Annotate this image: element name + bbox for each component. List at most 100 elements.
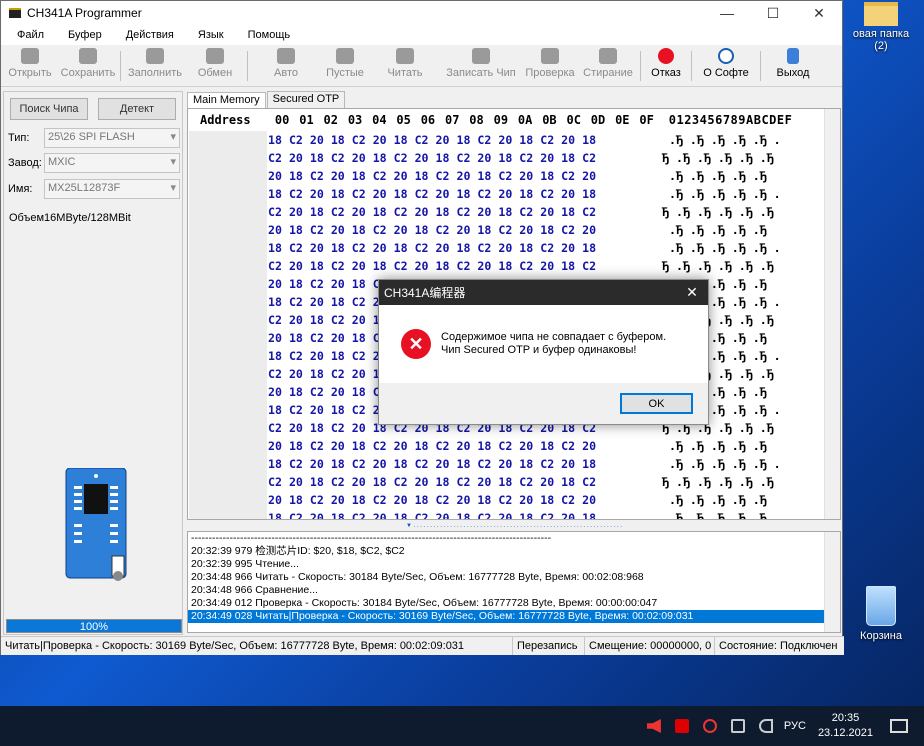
tab-secured-otp[interactable]: Secured OTP — [266, 91, 346, 108]
log-panel[interactable]: ----------------------------------------… — [187, 531, 841, 633]
log-line[interactable]: 20:34:49 028 Читать|Проверка - Скорость:… — [188, 610, 840, 623]
desktop-recycle-bin[interactable]: Корзина — [838, 586, 924, 642]
recycle-bin-icon — [866, 586, 896, 626]
name-select[interactable]: MX25L12873F — [44, 179, 180, 199]
swap-icon — [206, 48, 224, 64]
row-bytes[interactable]: 20 18 C2 20 18 C2 20 18 C2 20 18 C2 20 1… — [268, 439, 644, 453]
open-button[interactable]: Открыть — [1, 45, 59, 87]
ok-button[interactable]: OK — [620, 393, 693, 414]
read-button[interactable]: Читать — [369, 45, 441, 87]
notifications-icon[interactable] — [890, 719, 908, 733]
log-line[interactable]: 20:34:49 012 Проверка - Скорость: 30184 … — [188, 597, 840, 610]
log-line[interactable]: ----------------------------------------… — [188, 532, 840, 545]
dialog-close-icon[interactable]: ✕ — [676, 284, 708, 301]
dialog-message: Содержимое чипа не совпадает с буфером. … — [441, 331, 666, 357]
row-bytes[interactable]: C2 20 18 C2 20 18 C2 20 18 C2 20 18 C2 2… — [268, 475, 644, 489]
hex-row[interactable]: 00000070C2 20 18 C2 20 18 C2 20 18 C2 20… — [188, 257, 840, 275]
log-line[interactable]: 20:32:39 995 Чтение... — [188, 558, 840, 571]
hex-scrollbar[interactable] — [824, 109, 840, 519]
row-ascii[interactable]: .Ђ .Ђ .Ђ .Ђ .Ђ — [662, 223, 774, 237]
clock[interactable]: 20:35 23.12.2021 — [818, 711, 873, 741]
row-ascii[interactable]: .Ђ .Ђ .Ђ .Ђ .Ђ — [662, 169, 774, 183]
exit-button[interactable]: Выход — [764, 45, 822, 87]
hex-row[interactable]: 0000012018 C2 20 18 C2 20 18 C2 20 18 C2… — [188, 455, 840, 473]
row-ascii[interactable]: .Ђ .Ђ .Ђ .Ђ .Ђ . — [662, 187, 781, 201]
row-bytes[interactable]: 18 C2 20 18 C2 20 18 C2 20 18 C2 20 18 C… — [268, 133, 644, 147]
menu-file[interactable]: Файл — [5, 29, 56, 41]
row-ascii[interactable]: Ђ .Ђ .Ђ .Ђ .Ђ .Ђ — [662, 475, 774, 489]
title-bar[interactable]: CH341A Programmer — ☐ ✕ — [1, 1, 842, 25]
status-bar: Читать|Проверка - Скорость: 30169 Byte/S… — [1, 636, 844, 655]
row-bytes[interactable]: 18 C2 20 18 C2 20 18 C2 20 18 C2 20 18 C… — [268, 511, 644, 519]
row-ascii[interactable]: Ђ .Ђ .Ђ .Ђ .Ђ .Ђ — [662, 259, 774, 273]
about-button[interactable]: О Софте — [695, 45, 757, 87]
row-ascii[interactable]: .Ђ .Ђ .Ђ .Ђ .Ђ . — [662, 241, 781, 255]
row-ascii[interactable]: Ђ .Ђ .Ђ .Ђ .Ђ .Ђ — [662, 205, 774, 219]
menu-actions[interactable]: Действия — [114, 29, 186, 41]
hex-row[interactable]: 0000014020 18 C2 20 18 C2 20 18 C2 20 18… — [188, 491, 840, 509]
fill-icon — [146, 48, 164, 64]
hex-row[interactable]: 0000000018 C2 20 18 C2 20 18 C2 20 18 C2… — [188, 131, 840, 149]
row-bytes[interactable]: C2 20 18 C2 20 18 C2 20 18 C2 20 18 C2 2… — [268, 205, 644, 219]
row-ascii[interactable]: .Ђ .Ђ .Ђ .Ђ .Ђ . — [662, 133, 781, 147]
swap-button[interactable]: Обмен — [186, 45, 244, 87]
blank-check-button[interactable]: Пустые — [321, 45, 369, 87]
tab-main-memory[interactable]: Main Memory — [187, 92, 266, 109]
detect-button[interactable]: Детект — [98, 98, 176, 120]
menu-help[interactable]: Помощь — [236, 29, 303, 41]
auto-button[interactable]: Авто — [251, 45, 321, 87]
menu-language[interactable]: Язык — [186, 29, 236, 41]
row-bytes[interactable]: 18 C2 20 18 C2 20 18 C2 20 18 C2 20 18 C… — [268, 457, 644, 471]
row-bytes[interactable]: 18 C2 20 18 C2 20 18 C2 20 18 C2 20 18 C… — [268, 187, 644, 201]
volume-icon[interactable] — [758, 719, 773, 733]
write-chip-button[interactable]: Записать Чип — [441, 45, 521, 87]
antivirus-icon[interactable] — [702, 719, 717, 733]
row-ascii[interactable]: .Ђ .Ђ .Ђ .Ђ .Ђ . — [662, 457, 781, 471]
log-scrollbar[interactable] — [824, 532, 840, 632]
log-line[interactable]: 20:34:48 966 Сравнение... — [188, 584, 840, 597]
cancel-button[interactable]: Отказ — [644, 45, 688, 87]
hex-row[interactable]: 0000005020 18 C2 20 18 C2 20 18 C2 20 18… — [188, 221, 840, 239]
hex-row[interactable]: 0000003018 C2 20 18 C2 20 18 C2 20 18 C2… — [188, 185, 840, 203]
hex-row[interactable]: 00000010C2 20 18 C2 20 18 C2 20 18 C2 20… — [188, 149, 840, 167]
minimize-button[interactable]: — — [704, 1, 750, 25]
type-select[interactable]: 25\26 SPI FLASH — [44, 128, 180, 148]
row-ascii[interactable]: .Ђ .Ђ .Ђ .Ђ .Ђ . — [662, 511, 781, 519]
splitter-handle[interactable]: ▼ . . . . . . . . . . . . . . . . . . . … — [187, 522, 841, 530]
row-bytes[interactable]: 20 18 C2 20 18 C2 20 18 C2 20 18 C2 20 1… — [268, 223, 644, 237]
row-bytes[interactable]: C2 20 18 C2 20 18 C2 20 18 C2 20 18 C2 2… — [268, 151, 644, 165]
hex-row[interactable]: 00000130C2 20 18 C2 20 18 C2 20 18 C2 20… — [188, 473, 840, 491]
amd-icon[interactable] — [674, 719, 689, 733]
row-ascii[interactable]: .Ђ .Ђ .Ђ .Ђ .Ђ — [662, 439, 774, 453]
desktop-folder[interactable]: овая папка (2) — [838, 0, 924, 52]
hex-row[interactable]: 0000011020 18 C2 20 18 C2 20 18 C2 20 18… — [188, 437, 840, 455]
search-chip-button[interactable]: Поиск Чипа — [10, 98, 88, 120]
row-ascii[interactable]: .Ђ .Ђ .Ђ .Ђ .Ђ — [662, 493, 774, 507]
verify-button[interactable]: Проверка — [521, 45, 579, 87]
close-button[interactable]: ✕ — [796, 1, 842, 25]
network-icon[interactable] — [730, 719, 745, 733]
fill-button[interactable]: Заполнить — [124, 45, 186, 87]
row-bytes[interactable]: 20 18 C2 20 18 C2 20 18 C2 20 18 C2 20 1… — [268, 493, 644, 507]
hex-row[interactable]: 0000015018 C2 20 18 C2 20 18 C2 20 18 C2… — [188, 509, 840, 519]
type-row: Тип: 25\26 SPI FLASH — [8, 128, 180, 148]
hex-row[interactable]: 0000006018 C2 20 18 C2 20 18 C2 20 18 C2… — [188, 239, 840, 257]
erase-button[interactable]: Стирание — [579, 45, 637, 87]
row-ascii[interactable]: Ђ .Ђ .Ђ .Ђ .Ђ .Ђ — [662, 151, 774, 165]
language-indicator[interactable]: РУС — [784, 720, 806, 732]
menu-buffer[interactable]: Буфер — [56, 29, 114, 41]
row-bytes[interactable]: 18 C2 20 18 C2 20 18 C2 20 18 C2 20 18 C… — [268, 241, 644, 255]
log-line[interactable]: 20:32:39 979 检测芯片ID: $20, $18, $C2, $C2 — [188, 545, 840, 558]
hex-row[interactable]: 00000040C2 20 18 C2 20 18 C2 20 18 C2 20… — [188, 203, 840, 221]
log-line[interactable]: 20:34:48 966 Читать - Скорость: 30184 By… — [188, 571, 840, 584]
save-button[interactable]: Сохранить — [59, 45, 117, 87]
hex-row[interactable]: 0000002020 18 C2 20 18 C2 20 18 C2 20 18… — [188, 167, 840, 185]
maker-select[interactable]: MXIC — [44, 153, 180, 173]
dialog-title-bar[interactable]: CH341A编程器 ✕ — [379, 280, 708, 305]
row-bytes[interactable]: 20 18 C2 20 18 C2 20 18 C2 20 18 C2 20 1… — [268, 169, 644, 183]
speaker-muted-icon[interactable] — [646, 719, 661, 733]
maximize-button[interactable]: ☐ — [750, 1, 796, 25]
row-bytes[interactable]: C2 20 18 C2 20 18 C2 20 18 C2 20 18 C2 2… — [268, 259, 644, 273]
status-mode: Перезапись — [513, 637, 585, 655]
column-header: 07 — [445, 113, 460, 127]
